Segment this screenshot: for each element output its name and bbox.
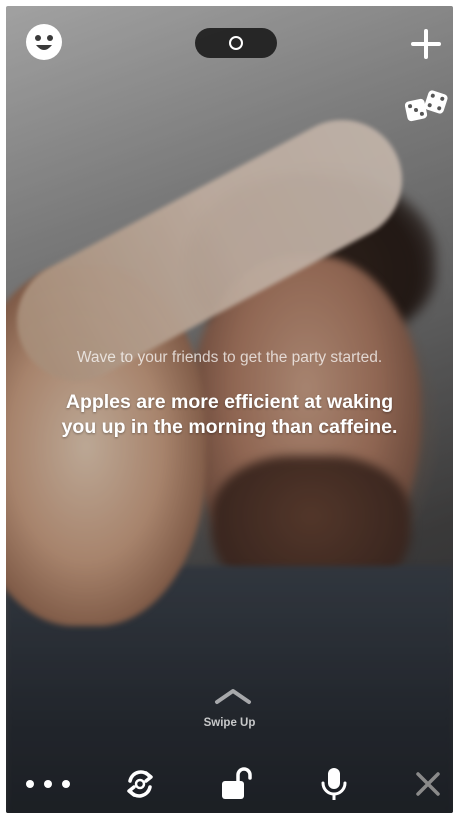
fun-fact-text: Apples are more efficient at waking you … [20, 390, 439, 440]
plus-icon[interactable] [406, 24, 446, 64]
smiley-face-icon[interactable] [24, 22, 64, 62]
unlocked-lock-icon[interactable] [214, 762, 258, 806]
chevron-up-icon[interactable] [213, 686, 253, 706]
fun-fact-line-1: Apples are more efficient at waking [65, 391, 394, 413]
close-icon[interactable] [408, 764, 448, 804]
record-toggle[interactable] [195, 28, 277, 58]
dice-icon[interactable] [402, 86, 450, 126]
camera-flip-icon[interactable] [118, 762, 162, 806]
more-options-icon[interactable] [22, 766, 74, 802]
wave-message: Wave to your friends to get the party st… [76, 349, 383, 366]
fun-fact-line-2: you up in the morning than caffeine. [61, 416, 398, 438]
microphone-icon[interactable] [312, 762, 356, 806]
record-toggle-icon [229, 36, 243, 50]
swipe-up-label: Swipe Up [203, 717, 256, 729]
